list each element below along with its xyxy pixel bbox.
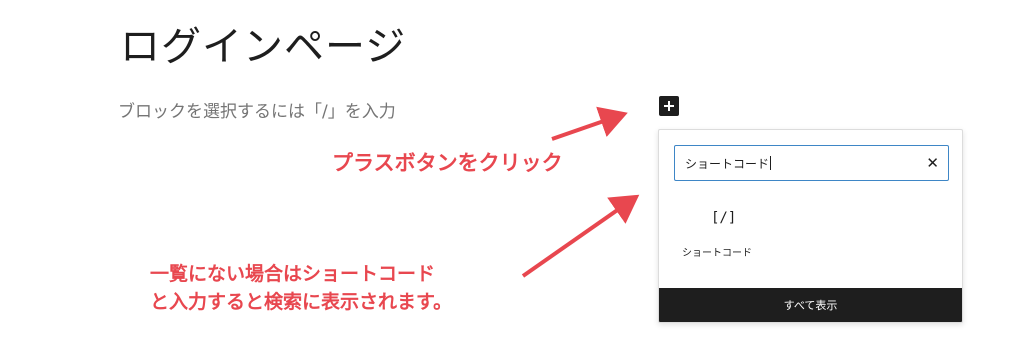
annotation-plus-button: プラスボタンをクリック <box>332 151 563 175</box>
annotation-search-line-1: 一覧にない場合はショートコード <box>150 263 436 285</box>
arrow-to-search-input <box>521 194 640 278</box>
annotation-search-line-2: と入力すると検索に表示されます。 <box>150 291 453 313</box>
annotation-search-note: 一覧にない場合はショートコード と入力すると検索に表示されます。 <box>150 260 452 316</box>
arrow-to-plus-button <box>551 106 628 141</box>
